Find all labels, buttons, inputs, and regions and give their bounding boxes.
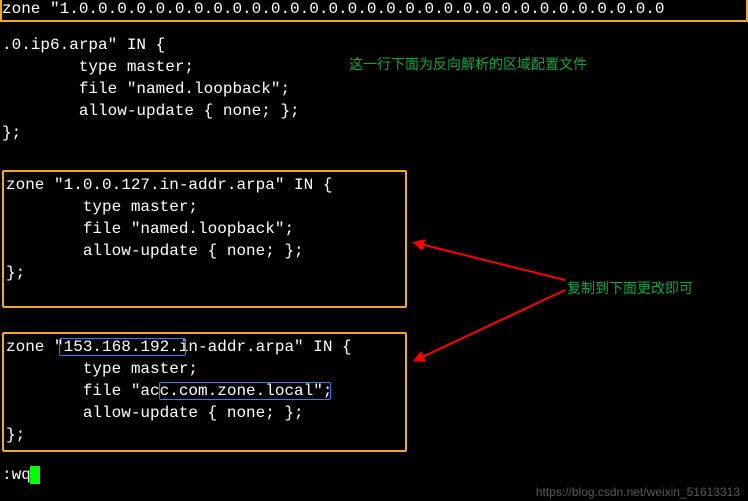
code-line: type master; bbox=[2, 58, 194, 76]
code-line: zone "1.0.0.0.0.0.0.0.0.0.0.0.0.0.0.0.0.… bbox=[2, 0, 665, 18]
highlight-changed-ip bbox=[59, 338, 186, 356]
terminal-cursor bbox=[30, 466, 40, 484]
watermark: https://blog.csdn.net/weixin_51613313 bbox=[536, 485, 740, 499]
code-line: .0.ip6.arpa" IN { bbox=[2, 36, 165, 54]
code-line: allow-update { none; }; bbox=[6, 242, 304, 260]
highlight-changed-file bbox=[159, 382, 331, 400]
code-line: file "named.loopback"; bbox=[2, 80, 290, 98]
vim-command[interactable]: :wq bbox=[2, 466, 31, 484]
arrow-to-middle bbox=[420, 244, 565, 280]
annotation-top: 这一行下面为反向解析的区域配置文件 bbox=[349, 54, 587, 74]
code-line: }; bbox=[2, 124, 21, 142]
terminal-screen[interactable]: zone "1.0.0.0.0.0.0.0.0.0.0.0.0.0.0.0.0.… bbox=[0, 0, 748, 501]
code-line: zone "1.0.0.127.in-addr.arpa" IN { bbox=[6, 176, 332, 194]
code-line: allow-update { none; }; bbox=[2, 102, 300, 120]
code-line: }; bbox=[6, 264, 25, 282]
code-line: type master; bbox=[6, 198, 198, 216]
arrow-to-bottom bbox=[420, 290, 565, 358]
code-line: type master; bbox=[6, 360, 198, 378]
code-line: }; bbox=[6, 426, 25, 444]
code-line: allow-update { none; }; bbox=[6, 404, 304, 422]
annotation-right: 复制到下面更改即可 bbox=[567, 278, 693, 298]
code-line: file "named.loopback"; bbox=[6, 220, 294, 238]
